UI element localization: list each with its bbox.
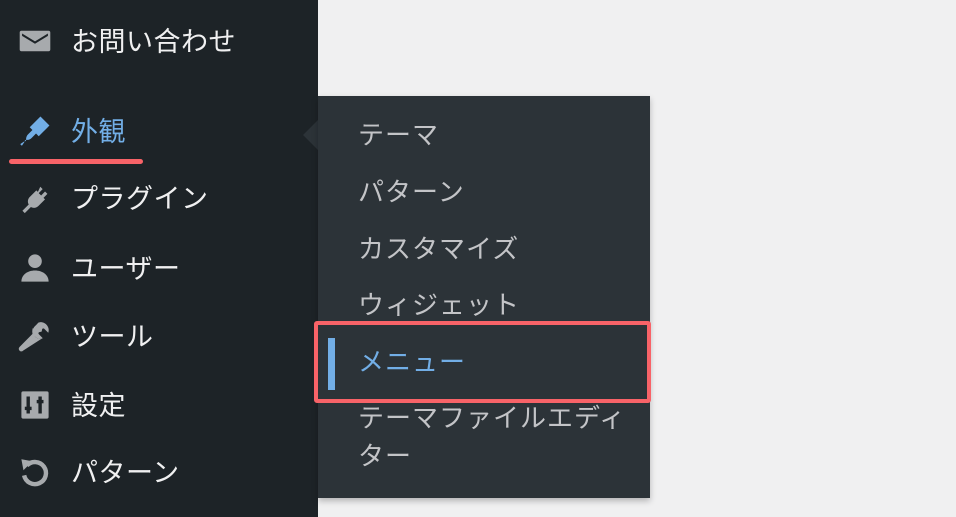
sidebar-item-label: 外観 [71,116,126,148]
sidebar-item-label: お問い合わせ [71,26,236,58]
sidebar-item-contact[interactable]: お問い合わせ [0,11,318,71]
submenu-item-patterns[interactable]: パターン [358,173,630,213]
wrench-icon [17,318,53,354]
sidebar-item-patterns[interactable]: パターン [0,442,318,502]
sidebar-item-appearance[interactable]: 外観 [0,101,318,161]
mail-icon [17,23,53,59]
sidebar-item-settings[interactable]: 設定 [0,375,318,435]
annotation-highlight-box [314,321,651,403]
flyout-pointer [303,119,319,151]
admin-sidebar: お問い合わせ 外観 プラグイン ユーザー ツール 設定 パターン [0,0,318,517]
appearance-submenu: テーマ パターン カスタマイズ ウィジェット メニュー テーマファイルエディター [318,96,650,498]
sidebar-item-users[interactable]: ユーザー [0,238,318,298]
sidebar-item-label: ツール [71,321,154,353]
sidebar-item-label: ユーザー [71,253,181,285]
plugin-icon [17,180,53,216]
sidebar-item-plugins[interactable]: プラグイン [0,168,318,228]
submenu-item-customize[interactable]: カスタマイズ [358,230,630,270]
sidebar-item-tools[interactable]: ツール [0,306,318,366]
annotation-underline [9,159,143,164]
sidebar-item-label: 設定 [71,390,126,422]
undo-icon [17,454,53,490]
submenu-item-theme-file-editor[interactable]: テーマファイルエディター [358,400,628,476]
paintbrush-icon [17,113,53,149]
sidebar-item-label: パターン [71,457,180,489]
settings-icon [17,387,53,423]
user-icon [17,250,53,286]
submenu-item-themes[interactable]: テーマ [358,116,630,156]
sidebar-item-label: プラグイン [71,183,209,215]
submenu-item-widgets[interactable]: ウィジェット [358,286,630,326]
